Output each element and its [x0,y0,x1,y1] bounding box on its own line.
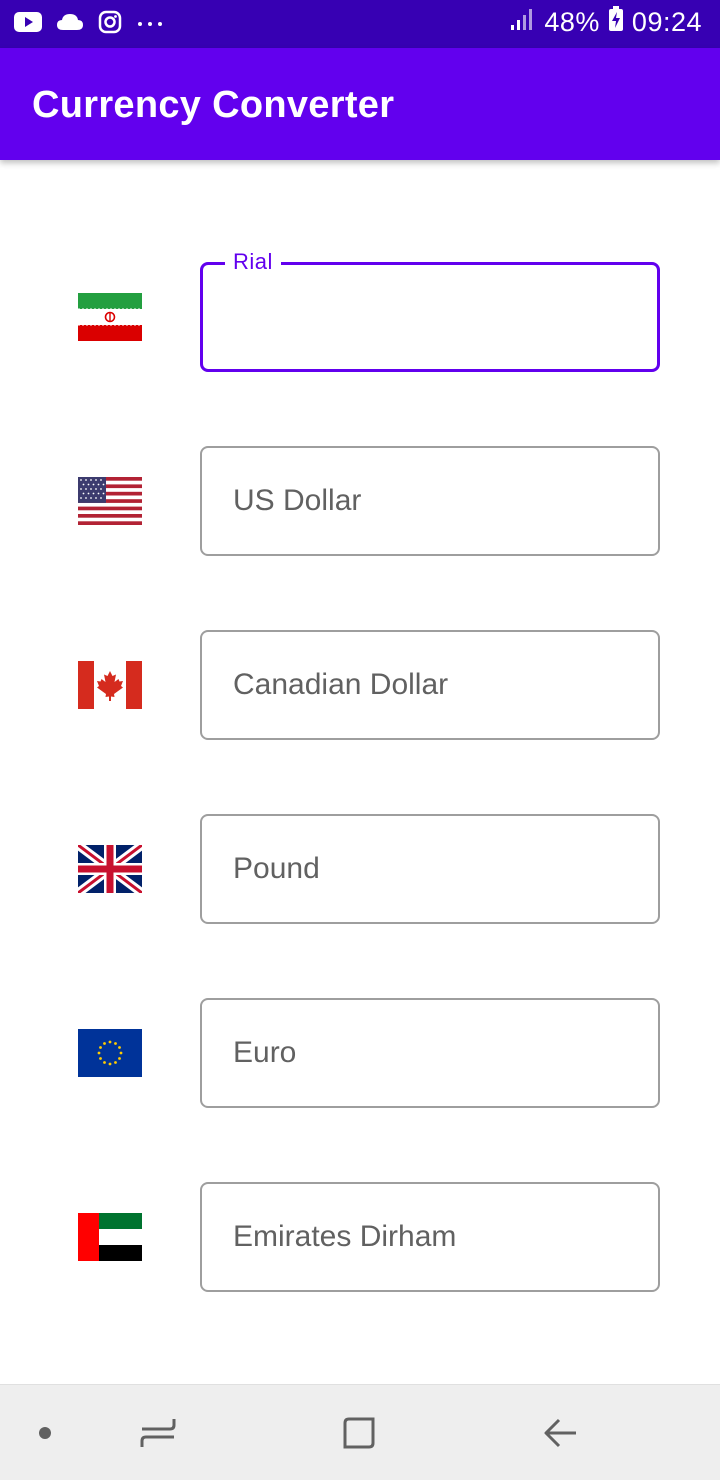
rial-input[interactable]: Rial [200,249,660,372]
currency-row-pound: Pound [0,814,720,924]
us-dollar-input[interactable]: US Dollar [200,446,660,556]
currency-row-euro: Euro [0,998,720,1108]
pound-hint: Pound [233,852,320,885]
currency-row-us-dollar: US Dollar [0,446,720,556]
currency-row-rial: Rial [0,249,720,372]
system-status: 48% 09:24 [510,6,702,39]
canadian-dollar-input[interactable]: Canadian Dollar [200,630,660,740]
clock: 09:24 [631,7,702,37]
canada-flag-icon [78,661,142,709]
currency-row-emirates-dirham: Emirates Dirham [0,1182,720,1292]
navigation-bar [0,1384,720,1480]
euro-hint: Euro [233,1036,297,1069]
dot-icon[interactable] [21,1409,69,1457]
euro-input[interactable]: Euro [200,998,660,1108]
usa-flag-icon [78,477,142,525]
youtube-icon [14,11,42,38]
iran-flag-icon [78,293,142,341]
eu-flag-icon [78,1029,142,1077]
emirates-dirham-input[interactable]: Emirates Dirham [200,1182,660,1292]
rial-label: Rial [225,249,281,275]
notification-icons [14,10,164,39]
uae-flag-icon [78,1213,142,1261]
app-bar: Currency Converter [0,48,720,160]
cloud-icon [56,12,84,37]
uk-flag-icon [75,841,145,897]
pound-input[interactable]: Pound [200,814,660,924]
emirates-dirham-hint: Emirates Dirham [233,1220,457,1253]
battery-icon [608,6,624,39]
status-bar: 48% 09:24 [0,0,720,48]
instagram-icon [98,10,122,39]
us-dollar-hint: US Dollar [233,484,362,517]
recent-apps-icon[interactable] [134,1409,182,1457]
currency-row-canadian-dollar: Canadian Dollar [0,630,720,740]
battery-percent: 48% [544,7,600,37]
back-icon[interactable] [537,1409,585,1457]
signal-icon [510,7,536,38]
home-icon[interactable] [335,1409,383,1457]
app-title: Currency Converter [32,84,395,126]
more-notifications-icon [136,16,164,34]
canadian-dollar-hint: Canadian Dollar [233,668,449,701]
